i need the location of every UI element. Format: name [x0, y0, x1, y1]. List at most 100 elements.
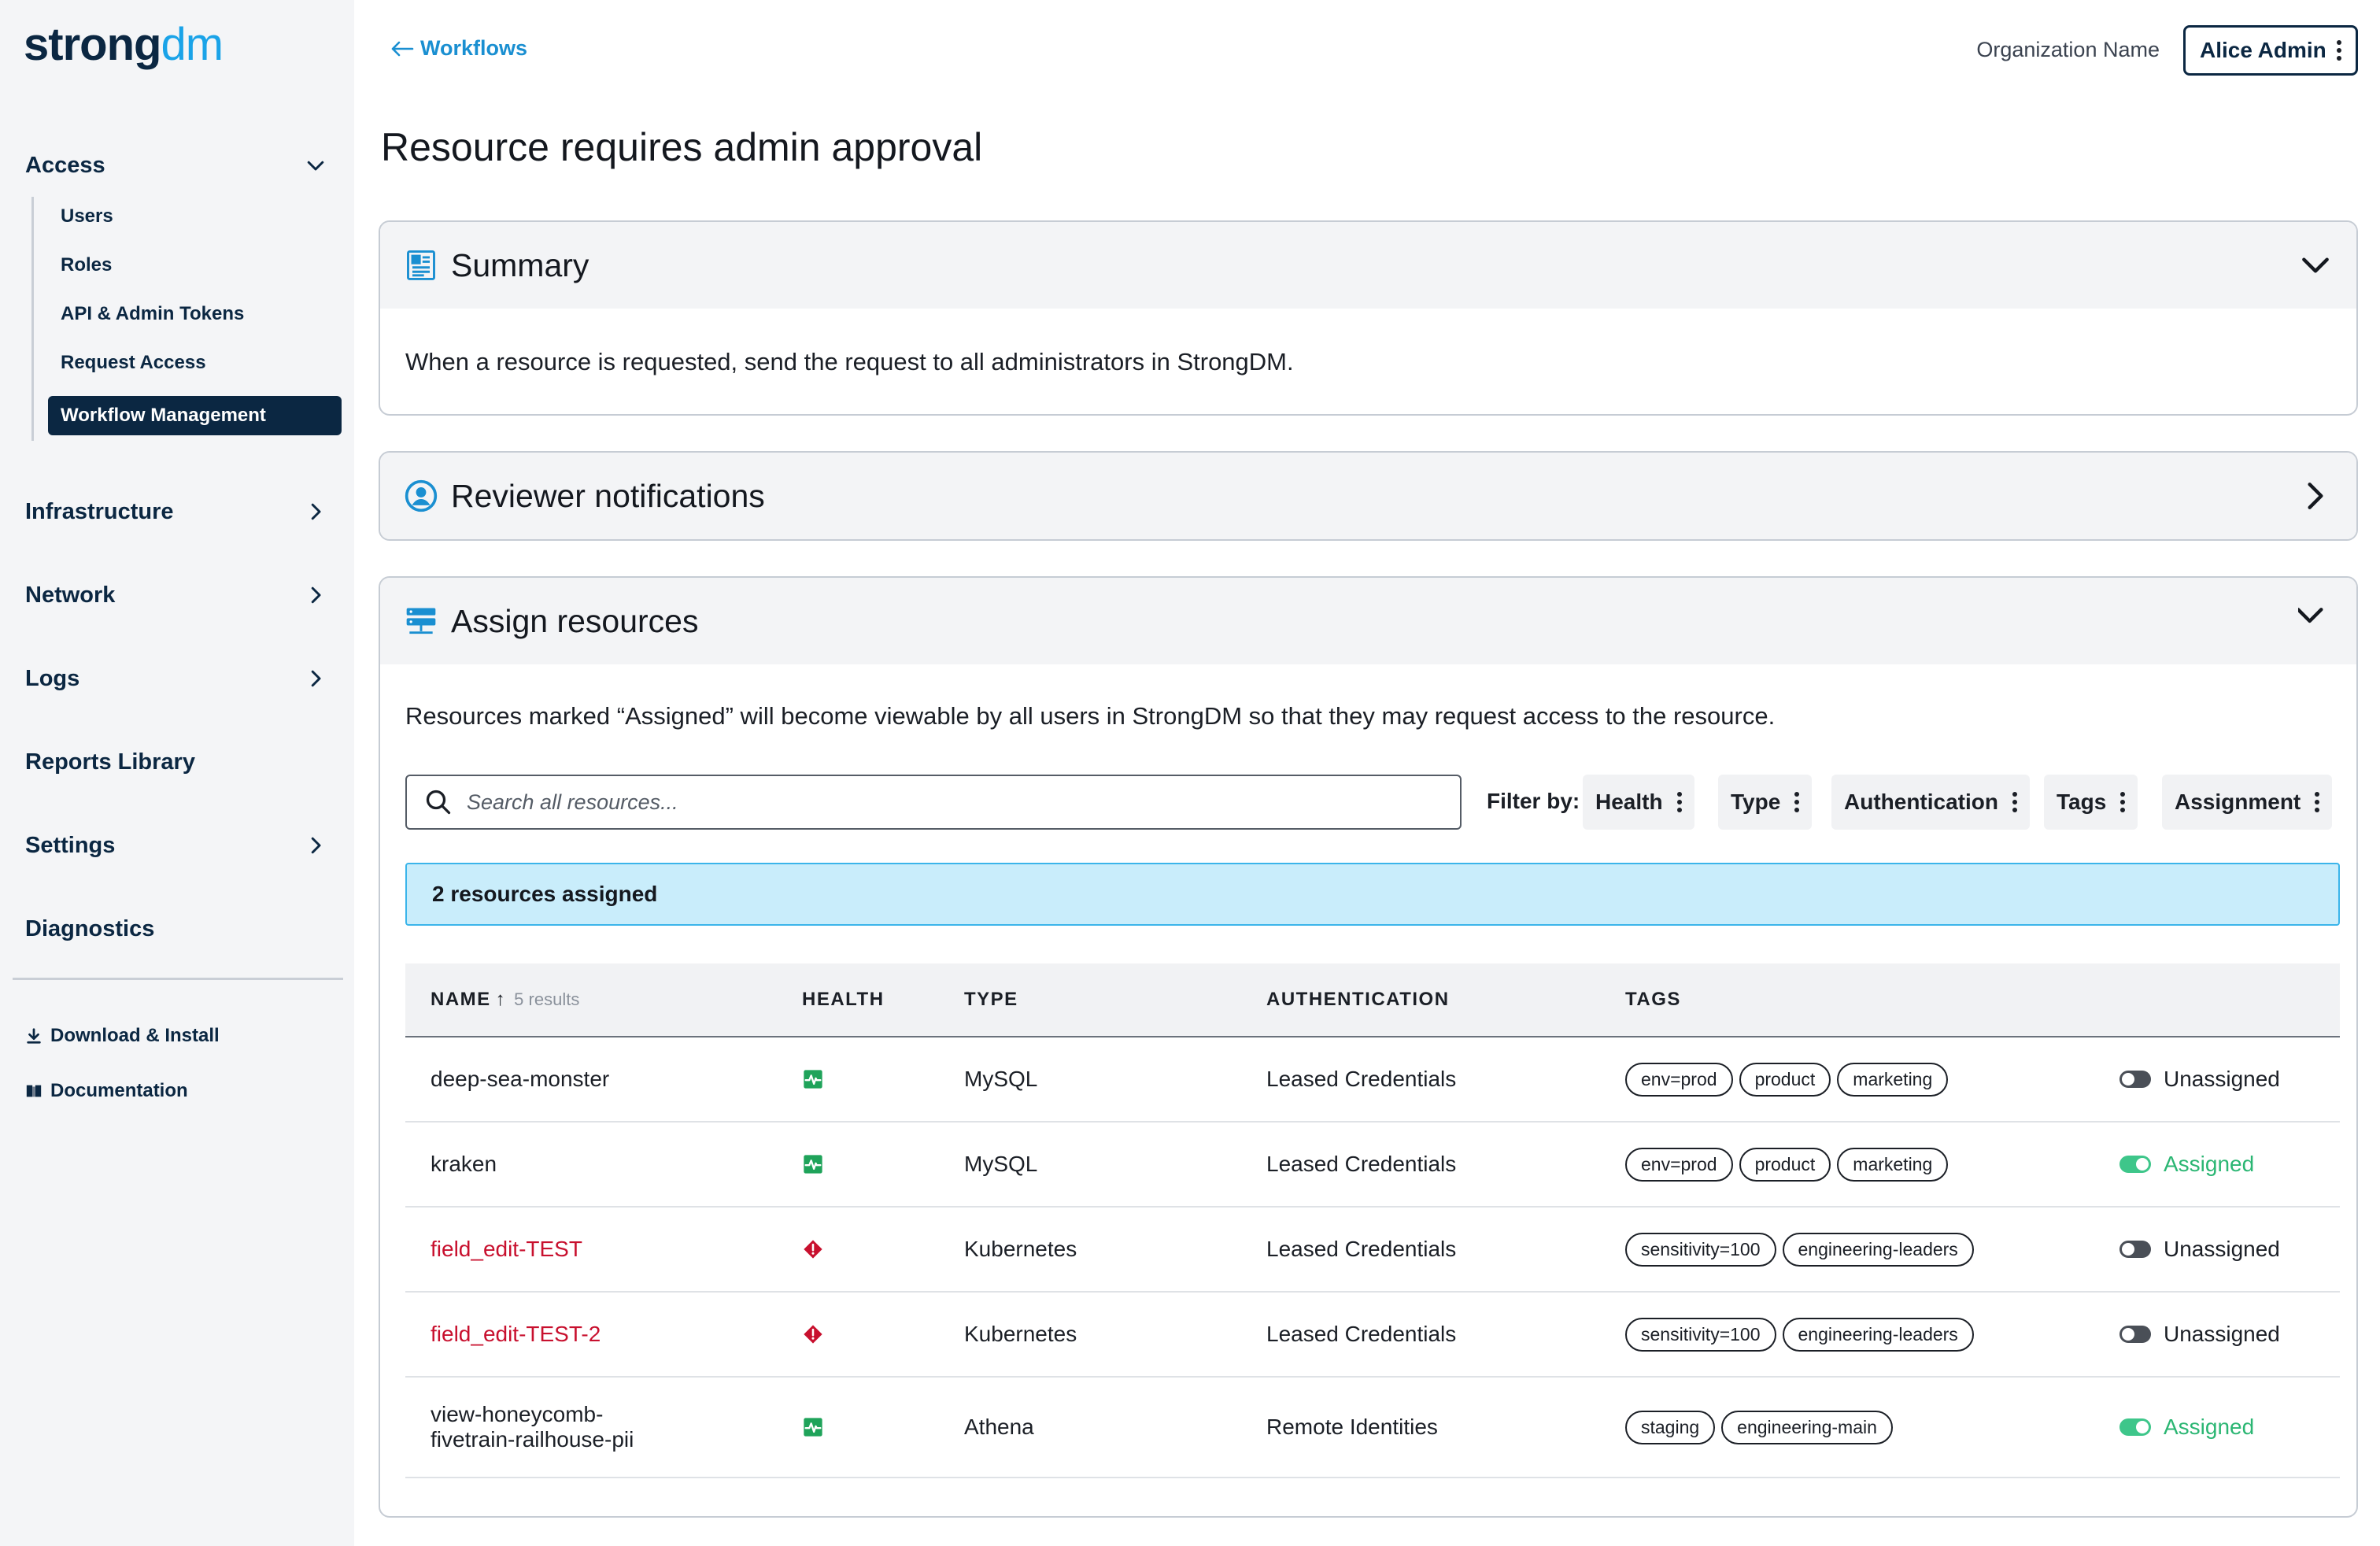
more-vertical-icon [2337, 40, 2341, 61]
download-install-link[interactable]: Download & Install [25, 1025, 220, 1047]
sidebar-item-users[interactable]: Users [48, 197, 342, 236]
assignment-label: Assigned [2164, 1415, 2255, 1439]
sidebar-section-infrastructure[interactable]: Infrastructure [25, 488, 338, 535]
user-name: Alice Admin [2200, 38, 2326, 62]
filter-tags[interactable]: Tags [2044, 775, 2138, 830]
column-header-health: HEALTH [802, 989, 885, 1010]
healthy-pulse-icon [804, 1418, 822, 1437]
resource-name[interactable]: field_edit-TEST-2 [431, 1293, 777, 1376]
tag-chip: env=prod [1625, 1147, 1733, 1182]
strongdm-logo[interactable]: strongdm [24, 17, 224, 72]
summary-text: When a resource is requested, send the r… [405, 348, 1294, 375]
resource-authentication: Leased Credentials [1266, 1067, 1457, 1091]
resource-name[interactable]: deep-sea-monster [431, 1037, 777, 1121]
sidebar-section-logs[interactable]: Logs [25, 655, 338, 702]
resource-authentication: Remote Identities [1266, 1415, 1438, 1439]
sidebar-item-workflow-management[interactable]: Workflow Management [48, 396, 342, 435]
resource-search-input[interactable] [467, 790, 1411, 815]
assignment-label: Unassigned [2164, 1067, 2280, 1091]
resource-name[interactable]: kraken [431, 1123, 777, 1206]
resource-tags: sensitivity=100 engineering-leaders [1625, 1208, 1974, 1291]
health-status [802, 1123, 824, 1206]
toggle-knob [2136, 1158, 2149, 1171]
sidebar-section-reports-library[interactable]: Reports Library [25, 738, 338, 786]
sidebar-item-label: Workflow Management [61, 405, 266, 426]
sidebar-section-label: Reports Library [25, 749, 195, 775]
user-menu-button[interactable]: Alice Admin [2183, 25, 2358, 76]
logo-text-accent: dm [161, 19, 224, 70]
back-to-workflows-link[interactable]: Workflows [390, 36, 527, 61]
assignment-label: Unassigned [2164, 1237, 2280, 1261]
assign-resources-title: Assign resources [451, 602, 699, 639]
assign-resources-header[interactable]: Assign resources [380, 578, 2356, 664]
logo-text-main: strong [24, 19, 161, 70]
assignment-label: Unassigned [2164, 1322, 2280, 1346]
resource-type: Kubernetes [964, 1322, 1077, 1346]
sidebar-section-label: Network [25, 582, 116, 608]
more-vertical-icon [2315, 792, 2320, 812]
assigned-count-banner: 2 resources assigned [405, 863, 2340, 926]
sidebar-section-access[interactable]: Access [25, 142, 338, 189]
assignment-toggle[interactable] [2119, 1418, 2151, 1436]
resource-name[interactable]: view-honeycomb-fivetrain-railhouse-pii [431, 1378, 659, 1477]
download-install-label: Download & Install [50, 1025, 220, 1046]
sidebar-section-label: Infrastructure [25, 498, 174, 524]
health-status [802, 1037, 824, 1121]
tag-chip: sensitivity=100 [1625, 1232, 1776, 1267]
tag-chip: env=prod [1625, 1062, 1733, 1097]
sidebar-item-api-admin-tokens[interactable]: API & Admin Tokens [48, 294, 342, 334]
healthy-pulse-icon [804, 1070, 822, 1089]
page-title: Resource requires admin approval [381, 125, 983, 169]
filter-assignment[interactable]: Assignment [2162, 775, 2333, 830]
sidebar-item-label: Request Access [61, 352, 206, 373]
documentation-link[interactable]: Documentation [25, 1080, 188, 1102]
sidebar-item-label: API & Admin Tokens [61, 303, 245, 324]
access-subnav: Users Roles API & Admin Tokens Request A… [31, 197, 346, 441]
column-header-name[interactable]: NAME ↑ 5 results [431, 989, 579, 1011]
toggle-knob [2136, 1421, 2149, 1433]
assignment-toggle[interactable] [2119, 1326, 2151, 1343]
health-status [802, 1208, 824, 1291]
more-vertical-icon [1676, 792, 1682, 812]
table-row: kraken MySQL Leased Credentials env=prod… [405, 1123, 2340, 1208]
assignment-toggle[interactable] [2119, 1071, 2151, 1088]
summary-panel-header[interactable]: Summary [380, 222, 2356, 309]
filter-label: Tags [2057, 790, 2107, 814]
resource-name[interactable]: field_edit-TEST [431, 1208, 777, 1291]
resource-type: Athena [964, 1415, 1034, 1439]
tag-chip: staging [1625, 1410, 1716, 1444]
filter-label: Authentication [1844, 790, 1998, 814]
filter-authentication[interactable]: Authentication [1831, 775, 2030, 830]
resource-authentication: Leased Credentials [1266, 1152, 1457, 1176]
chevron-right-icon [311, 670, 321, 687]
reviewer-notifications-header[interactable]: Reviewer notifications [380, 453, 2356, 539]
unhealthy-alert-icon [804, 1325, 822, 1344]
more-vertical-icon [2120, 792, 2126, 812]
server-stack-icon [406, 608, 436, 634]
chevron-down-icon [2302, 257, 2329, 273]
sidebar-item-roles[interactable]: Roles [48, 246, 342, 285]
sidebar-item-label: Roles [61, 254, 113, 276]
sidebar-item-request-access[interactable]: Request Access [48, 343, 342, 383]
sidebar-divider [13, 978, 343, 980]
filter-label: Health [1595, 790, 1663, 814]
column-header-tags: TAGS [1625, 989, 1681, 1010]
download-icon [27, 1028, 41, 1044]
book-icon [26, 1085, 42, 1097]
table-row: field_edit-TEST Kubernetes Leased Creden… [405, 1208, 2340, 1293]
back-link-label: Workflows [420, 36, 528, 60]
unhealthy-alert-icon [804, 1240, 822, 1259]
tag-chip: marketing [1837, 1147, 1949, 1182]
sidebar-section-settings[interactable]: Settings [25, 822, 338, 869]
sidebar-section-network[interactable]: Network [25, 571, 338, 619]
sidebar-section-diagnostics[interactable]: Diagnostics [25, 905, 338, 952]
filter-health[interactable]: Health [1583, 775, 1694, 830]
assign-resources-panel: Assign resources Resources marked “Assig… [379, 576, 2358, 1518]
filter-type[interactable]: Type [1718, 775, 1813, 830]
filter-by-label: Filter by: [1487, 789, 1580, 813]
assignment-cell: Assigned [2119, 1123, 2254, 1206]
more-vertical-icon [2012, 792, 2017, 812]
assignment-toggle[interactable] [2119, 1156, 2151, 1173]
documentation-label: Documentation [50, 1080, 188, 1101]
assignment-toggle[interactable] [2119, 1241, 2151, 1258]
